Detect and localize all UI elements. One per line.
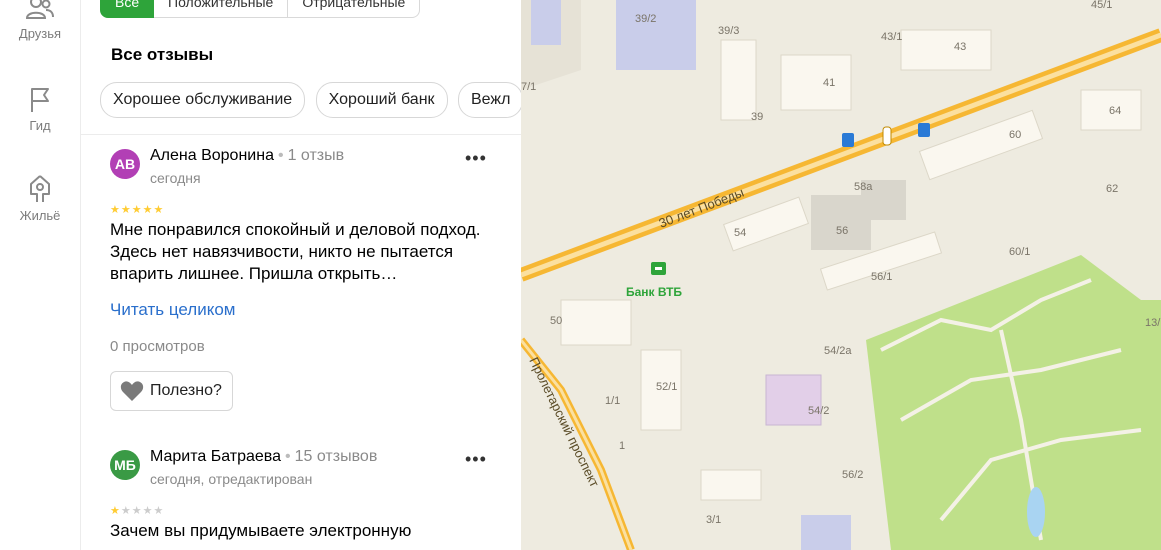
bus-stop-icon[interactable] — [918, 123, 930, 137]
star-icon: ★ — [131, 505, 143, 517]
building — [700, 469, 762, 501]
building — [616, 0, 696, 70]
review-author: Марита Батраева • 15 отзывов — [150, 448, 377, 466]
house-number: 50 — [550, 315, 562, 327]
star-icon: ★ — [110, 505, 121, 517]
house-number: 43/1 — [881, 31, 902, 43]
flag-icon — [31, 88, 49, 112]
useful-button[interactable]: Полезно? — [110, 371, 233, 411]
rating-stars: ★★★★★ — [110, 203, 164, 216]
review-filter-tabs: Все Положительные Отрицательные — [100, 0, 421, 18]
author-name[interactable]: Марита Батраева — [150, 448, 281, 465]
house-number: 58а — [854, 181, 873, 193]
tab-all[interactable]: Все — [100, 0, 154, 18]
author-review-count: 15 отзывов — [294, 448, 378, 465]
review-author: Алена Воронина • 1 отзыв — [150, 147, 344, 165]
house-number: 39/3 — [718, 25, 739, 37]
map-view[interactable]: Банк ВТБ 30 лет Победы Пролетарский прос… — [521, 0, 1161, 550]
review-text: Зачем вы придумываете электронную — [110, 521, 412, 540]
views-count: 0 просмотров — [110, 338, 205, 355]
chip-good-service[interactable]: Хорошее обслуживание — [100, 82, 306, 118]
house-number: 1 — [619, 440, 625, 452]
star-icon: ★ — [120, 505, 132, 517]
house-number: 39/2 — [635, 13, 656, 25]
building — [780, 54, 852, 111]
house-number: 13/ — [1145, 317, 1161, 329]
pond — [1027, 487, 1045, 537]
read-more-link[interactable]: Читать целиком — [110, 300, 236, 320]
house-number: 56/2 — [842, 469, 863, 481]
chip-good-bank[interactable]: Хороший банк — [315, 82, 448, 118]
building — [801, 515, 851, 550]
house-number: 39 — [751, 111, 763, 123]
review-date: сегодня, отредактирован — [150, 471, 313, 487]
star-icon: ★ — [142, 505, 154, 517]
building — [765, 374, 822, 426]
author-name[interactable]: Алена Воронина — [150, 147, 274, 164]
avatar[interactable]: МБ — [110, 450, 140, 480]
tab-negative[interactable]: Отрицательные — [288, 0, 421, 18]
house-number: 62 — [1106, 183, 1118, 195]
useful-label: Полезно? — [150, 382, 222, 399]
rail-housing[interactable]: Жильё — [0, 172, 80, 223]
building — [900, 29, 992, 71]
aspect-chips: Хорошее обслуживание Хороший банк Вежл — [100, 82, 521, 118]
house-number: 60/1 — [1009, 246, 1030, 258]
friends-icon — [25, 0, 54, 19]
house-number: 56 — [836, 225, 848, 237]
house-number: 7/1 — [521, 81, 536, 93]
tab-positive[interactable]: Положительные — [154, 0, 289, 18]
house-number: 54/2а — [824, 345, 852, 357]
bus-stop-icon[interactable] — [842, 133, 854, 147]
review-text: Мне понравился спокойный и деловой подхо… — [110, 220, 481, 283]
separator-dot: • — [285, 448, 291, 465]
rating-stars: ★★★★★ — [110, 504, 164, 517]
chip-polite[interactable]: Вежл — [457, 82, 521, 118]
map-canvas: Банк ВТБ 30 лет Победы Пролетарский прос… — [521, 0, 1161, 550]
house-number: 45/1 — [1091, 0, 1112, 11]
house-number: 64 — [1109, 105, 1121, 117]
author-review-count: 1 отзыв — [287, 147, 345, 164]
reviews-panel: Все Положительные Отрицательные Все отзы… — [81, 0, 521, 550]
star-icon: ★ — [153, 505, 165, 517]
heart-icon — [120, 381, 144, 401]
star-icon: ★ — [131, 204, 143, 216]
poi-bank-vtb[interactable]: Банк ВТБ — [626, 285, 682, 299]
rail-guide-label: Гид — [29, 118, 51, 133]
review-date: сегодня — [150, 170, 201, 186]
traffic-light-icon — [882, 126, 892, 146]
building — [531, 0, 561, 45]
house-number: 56/1 — [871, 271, 892, 283]
building — [560, 299, 632, 346]
housing-icon — [30, 175, 50, 202]
building — [720, 39, 757, 121]
divider — [81, 134, 521, 135]
house-number: 60 — [1009, 129, 1021, 141]
star-icon: ★ — [153, 204, 165, 216]
reviews-section-title: Все отзывы — [111, 45, 214, 64]
rail-friends[interactable]: Друзья — [0, 0, 80, 41]
rail-friends-label: Друзья — [18, 26, 62, 41]
avatar[interactable]: АВ — [110, 149, 140, 179]
rail-housing-label: Жильё — [19, 208, 61, 223]
star-icon: ★ — [110, 204, 121, 216]
house-number: 3/1 — [706, 514, 721, 526]
more-options-icon[interactable]: ••• — [465, 149, 487, 167]
separator-dot: • — [277, 147, 284, 164]
house-number: 43 — [954, 41, 966, 53]
left-rail: Друзья Гид Жильё — [0, 0, 81, 550]
star-icon: ★ — [120, 204, 132, 216]
house-number: 52/1 — [656, 381, 677, 393]
house-number: 54/2 — [808, 405, 829, 417]
more-options-icon[interactable]: ••• — [465, 450, 487, 468]
house-number: 1/1 — [605, 395, 620, 407]
house-number: 41 — [823, 77, 835, 89]
rail-guide[interactable]: Гид — [0, 86, 80, 133]
star-icon: ★ — [142, 204, 154, 216]
house-number: 54 — [734, 227, 746, 239]
